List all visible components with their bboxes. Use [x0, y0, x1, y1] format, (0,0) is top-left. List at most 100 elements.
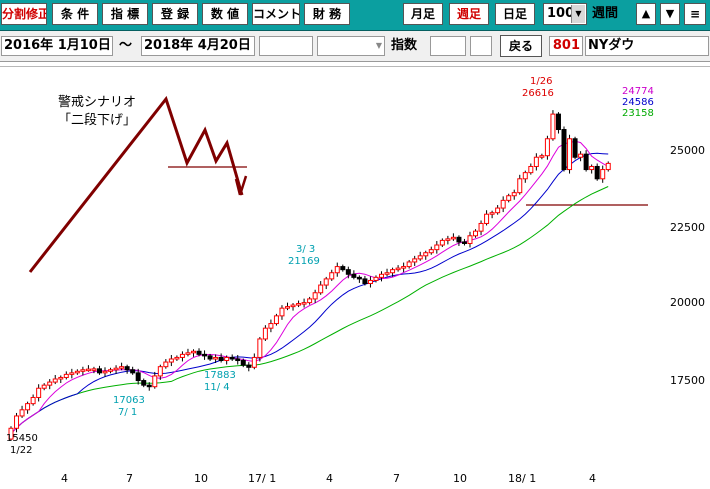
x-tick-jan17: 17/ 1 [248, 472, 276, 485]
chart-area: 警戒シナリオ 「二段下げ」 25000 22500 20000 17500 24… [0, 66, 710, 486]
candle-body [307, 298, 313, 304]
split-correction-button[interactable]: 分割修正 [1, 3, 47, 25]
name-field: NYダウ [585, 36, 709, 56]
candle-body [539, 155, 545, 158]
blank-field-3 [470, 36, 492, 56]
candle-body [163, 361, 169, 368]
candle-body [224, 356, 230, 362]
x-tick-jul17: 7 [393, 472, 400, 485]
y-tick-22500: 22500 [670, 221, 705, 234]
candle-body [152, 375, 158, 388]
candle-body [495, 207, 501, 214]
candle-body [119, 366, 125, 369]
mar-date-label: 3/ 3 [296, 244, 315, 255]
candle-body [318, 284, 324, 294]
candle-body [63, 373, 69, 378]
indicators-button[interactable]: 指 標 [102, 3, 148, 25]
candle-body [262, 327, 268, 340]
candle-body [340, 266, 346, 271]
x-tick-apr17: 4 [326, 472, 333, 485]
date-from-field[interactable]: 2016年 1月10日 [1, 36, 113, 56]
period-unit-label: 週間 [592, 6, 619, 21]
candle-body [240, 360, 246, 366]
register-button[interactable]: 登 録 [152, 3, 198, 25]
candle-body [373, 276, 379, 281]
values-button[interactable]: 数 値 [202, 3, 248, 25]
y-tick-20000: 20000 [670, 296, 705, 309]
candle-body [218, 356, 224, 362]
candle-body [301, 302, 307, 305]
candle-body [367, 279, 373, 285]
candle-body [412, 258, 418, 263]
candle-body [52, 378, 58, 383]
candle-body [484, 213, 490, 224]
candle-body [69, 372, 75, 375]
menu-button[interactable]: ≡ [684, 3, 706, 25]
back-button[interactable]: 戻る [500, 35, 542, 57]
code-field[interactable]: 801 [549, 36, 583, 56]
toolbar: 分割修正 条 件 指 標 登 録 数 値 コメント 財 務 月足 週足 日足 1… [0, 0, 710, 31]
candle-body [456, 236, 462, 243]
candle-body [146, 384, 152, 388]
jul-value-label: 17063 [113, 395, 145, 406]
conditions-button[interactable]: 条 件 [52, 3, 98, 25]
monthly-button[interactable]: 月足 [403, 3, 443, 25]
candle-body [572, 138, 578, 158]
daily-button[interactable]: 日足 [495, 3, 535, 25]
info-bar: 2016年 1月10日 ～ 2018年 4月20日 ▼ 指数 戻る 801 NY… [0, 31, 710, 62]
candle-body [544, 138, 550, 157]
candle-body [207, 355, 213, 360]
candle-body [567, 138, 573, 171]
candle-body [130, 369, 136, 374]
high-value-label: 26616 [522, 88, 554, 99]
candle-body [285, 306, 290, 309]
candle-body [450, 236, 456, 240]
nov-value-label: 17883 [204, 370, 236, 381]
chevron-down-icon: ▼ [571, 5, 585, 23]
candle-body [329, 272, 335, 280]
scenario-subtitle: 「二段下げ」 [58, 113, 136, 128]
ma-13-line [10, 152, 609, 435]
blank-field-1 [259, 36, 313, 56]
period-count-select[interactable]: 100 ▼ [543, 3, 587, 25]
x-tick-jul16: 7 [126, 472, 133, 485]
chart-svg: 警戒シナリオ 「二段下げ」 25000 22500 20000 17500 24… [0, 66, 710, 485]
candle-body [401, 266, 407, 269]
candles-group [8, 110, 611, 442]
candle-body [578, 153, 584, 158]
candle-body [406, 261, 412, 268]
candle-body [296, 303, 302, 306]
candle-body [96, 368, 102, 374]
nov-date-label: 11/ 4 [204, 382, 230, 393]
candle-body [185, 352, 191, 355]
comment-button[interactable]: コメント [252, 3, 300, 25]
low-date-label: 1/22 [10, 445, 32, 456]
candle-body [528, 165, 534, 174]
candle-body [423, 252, 429, 257]
candle-body [478, 222, 484, 232]
jul-date-label: 7/ 1 [118, 407, 137, 418]
candle-body [168, 358, 174, 363]
scroll-down-button[interactable]: ▼ [660, 3, 680, 25]
weekly-button[interactable]: 週足 [449, 3, 489, 25]
scenario-title: 警戒シナリオ [58, 94, 136, 110]
candle-body [157, 366, 163, 377]
candle-body [19, 409, 25, 417]
candle-body [196, 350, 202, 355]
candle-body [334, 266, 340, 274]
candle-body [47, 381, 53, 386]
candle-body [113, 367, 119, 371]
candle-body [395, 267, 401, 271]
finance-button[interactable]: 財 務 [304, 3, 350, 25]
blank-field-2 [430, 36, 466, 56]
candle-body [25, 403, 31, 411]
market-select[interactable]: ▼ [317, 36, 385, 56]
candle-body [390, 269, 396, 274]
candle-body [58, 376, 64, 380]
range-separator: ～ [119, 38, 133, 53]
date-to-field[interactable]: 2018年 4月20日 [141, 36, 255, 56]
candle-body [550, 113, 556, 140]
chevron-down-icon: ▼ [375, 41, 382, 50]
candle-body [473, 230, 479, 237]
scroll-up-button[interactable]: ▲ [636, 3, 656, 25]
